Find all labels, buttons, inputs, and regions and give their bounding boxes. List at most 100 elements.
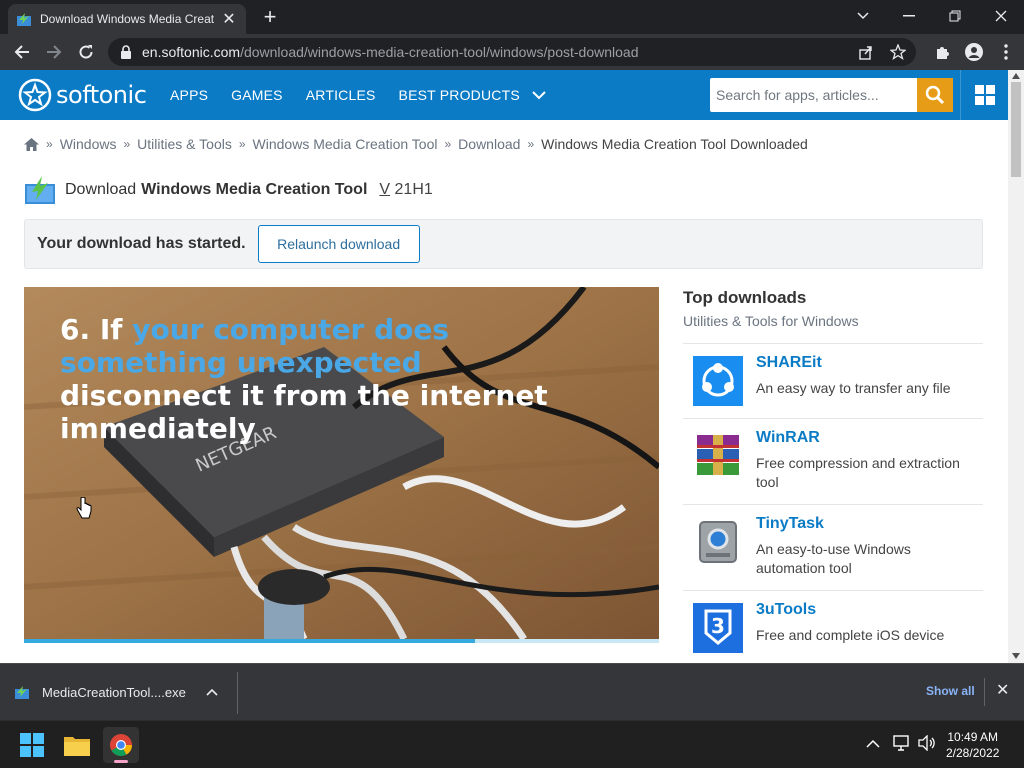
search-icon [925,85,945,105]
version-label: V [379,181,391,198]
breadcrumb-separator: » [46,137,53,151]
nav-games[interactable]: GAMES [231,87,283,103]
media-creation-tool-favicon-icon [17,13,31,26]
active-app-indicator [114,760,128,763]
system-clock[interactable]: 10:49 AM 2/28/2022 [946,729,999,761]
download-shelf: MediaCreationTool....exe Show all ✕ [0,663,1024,720]
bookmark-star-icon[interactable] [890,44,906,60]
main-nav: APPS GAMES ARTICLES BEST PRODUCTS [170,70,546,120]
list-item-winrar[interactable]: WinRAR Free compression and extraction t… [683,419,983,505]
nav-best-products[interactable]: BEST PRODUCTS [399,87,520,103]
caption-rest: disconnect it from the internet immediat… [60,379,548,445]
downloaded-file-item[interactable]: MediaCreationTool....exe [14,676,218,708]
sidebar-title: Top downloads [683,288,807,307]
list-item-shareit[interactable]: SHAREit An easy way to transfer any file [683,344,983,419]
item-description: An easy-to-use Windows automation tool [756,541,911,576]
app-icon [25,176,55,204]
softonic-star-logo-icon [18,78,52,112]
scrollbar-thumb[interactable] [1011,82,1021,177]
chevron-up-icon[interactable] [206,688,218,696]
clock-time: 10:49 AM [947,730,999,744]
show-all-downloads-button[interactable]: Show all [918,682,983,700]
svg-text:3: 3 [711,614,725,638]
downloaded-file-name: MediaCreationTool....exe [42,684,186,700]
top-downloads-list: SHAREit An easy way to transfer any file… [683,343,983,663]
nav-apps[interactable]: APPS [170,87,208,103]
nav-articles[interactable]: ARTICLES [306,87,376,103]
url-text: en.softonic.com/download/windows-media-c… [142,44,639,60]
winrar-icon [697,435,739,475]
item-name[interactable]: 3uTools [756,601,944,619]
search-input[interactable]: Search for apps, articles... [710,78,917,112]
browser-tab[interactable]: Download Windows Media Creat ✕ [8,4,246,34]
tab-close-icon[interactable]: ✕ [220,9,238,29]
minimize-icon[interactable] [886,0,932,32]
breadcrumb-windows[interactable]: Windows [60,136,117,152]
video-player[interactable]: NETGEAR 6. If your computer does somethi… [24,287,659,639]
reload-icon[interactable] [72,38,100,66]
web-page: softonic APPS GAMES ARTICLES BEST PRODUC… [0,70,1008,663]
download-started-text: Your download has started. [37,235,246,252]
address-bar[interactable]: en.softonic.com/download/windows-media-c… [108,38,916,66]
forward-arrow-icon[interactable] [40,38,68,66]
softonic-logo[interactable]: softonic [18,78,147,112]
search-button[interactable] [917,78,953,112]
tab-title: Download Windows Media Creat [40,12,215,26]
restore-icon[interactable] [932,0,978,32]
item-name[interactable]: TinyTask [756,515,983,533]
home-icon[interactable] [24,137,39,151]
3utools-icon: 3 [693,603,743,653]
top-downloads-sidebar: Top downloads Utilities & Tools for Wind… [683,288,983,663]
windows-start-icon[interactable] [14,727,50,763]
scroll-up-arrow-icon[interactable] [1012,73,1020,79]
url-path: /download/windows-media-creation-tool/wi… [240,44,639,60]
back-arrow-icon[interactable] [8,38,36,66]
breadcrumb-current: Windows Media Creation Tool Downloaded [541,136,808,152]
volume-icon[interactable] [918,735,936,751]
app-name: Windows Media Creation Tool [141,181,368,198]
item-name[interactable]: SHAREit [756,354,951,372]
profile-avatar-icon[interactable] [960,38,988,66]
breadcrumb-app[interactable]: Windows Media Creation Tool [253,136,438,152]
windows-taskbar: 10:49 AM 2/28/2022 [0,720,1024,768]
browser-tab-strip: Download Windows Media Creat ✕ + [0,0,1024,34]
breadcrumb-utilities-tools[interactable]: Utilities & Tools [137,136,232,152]
list-item-tinytask[interactable]: TinyTask An easy-to-use Windows automati… [683,505,983,591]
chrome-icon[interactable] [103,727,139,763]
app-version: V 21H1 [379,181,432,199]
tab-search-chevron-down-icon[interactable] [840,0,886,32]
logo-text: softonic [56,81,147,109]
extensions-puzzle-icon[interactable] [928,38,956,66]
item-description: Free and complete iOS device [756,627,945,643]
new-tab-button[interactable]: + [256,5,284,29]
clock-date: 2/28/2022 [946,746,1000,760]
item-name[interactable]: WinRAR [756,429,983,447]
url-host: en.softonic.com [142,44,241,60]
hand-cursor-icon [76,497,92,519]
close-shelf-icon[interactable]: ✕ [996,680,1009,700]
download-heading: Download Windows Media Creation Tool V 2… [24,174,433,206]
page-scrollbar[interactable] [1008,70,1024,663]
breadcrumb-download[interactable]: Download [458,136,520,152]
chevron-down-icon[interactable] [532,90,546,100]
video-progress-fill [24,639,475,643]
video-progress-bar[interactable] [24,639,659,643]
close-window-icon[interactable] [978,0,1024,32]
breadcrumb-separator: » [238,137,246,151]
platform-windows-button[interactable] [960,70,1008,120]
video-caption: 6. If your computer does something unexp… [60,313,600,445]
browser-toolbar: en.softonic.com/download/windows-media-c… [0,34,1024,70]
item-description: An easy way to transfer any file [756,380,951,396]
list-item-3utools[interactable]: 3 3uTools Free and complete iOS device [683,591,983,663]
tinytask-icon [699,521,737,563]
tray-chevron-up-icon[interactable] [866,739,880,748]
file-explorer-icon[interactable] [59,727,95,763]
browser-menu-icon[interactable] [992,38,1020,66]
lock-icon[interactable] [120,45,132,59]
network-icon[interactable] [893,735,911,751]
scroll-down-arrow-icon[interactable] [1012,653,1020,659]
version-number: 21H1 [394,181,433,198]
media-creation-tool-file-icon [15,686,29,699]
relaunch-download-button[interactable]: Relaunch download [257,225,420,263]
share-icon[interactable] [858,44,874,60]
